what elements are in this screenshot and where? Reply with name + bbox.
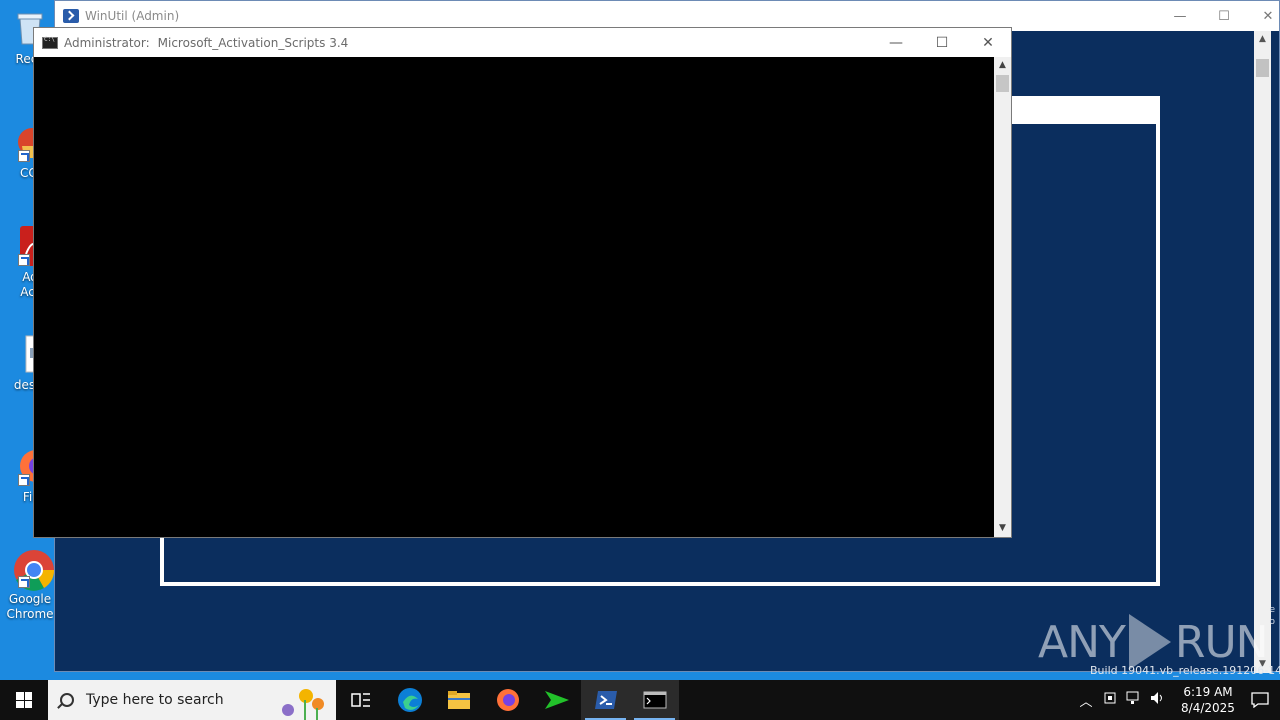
winutil-scrollbar[interactable]: ▲ ▼ [1254, 31, 1271, 673]
powershell-icon [594, 691, 617, 709]
console-window[interactable]: Administrator: Microsoft_Activation_Scri… [33, 27, 1012, 538]
scrollbar-thumb[interactable] [996, 75, 1009, 92]
taskbar-green-arrow-app-button[interactable] [532, 680, 581, 720]
search-icon [60, 693, 74, 707]
build-info: Build 19041.vb_release.191206-1406 [1090, 664, 1280, 677]
desktop-icon-google-chrome[interactable]: Google Chrome [4, 548, 56, 622]
taskbar-firefox-button[interactable] [483, 680, 532, 720]
console-maximize-button[interactable]: ☐ [919, 28, 965, 57]
scroll-down-arrow-icon[interactable]: ▼ [994, 520, 1011, 537]
system-tray: ︿ 6:19 AM 8/4/2025 [1074, 680, 1280, 720]
powershell-icon [63, 9, 79, 23]
clock-date: 8/4/2025 [1181, 701, 1235, 715]
taskbar-powershell-button[interactable] [581, 680, 630, 720]
clock-time: 6:19 AM [1183, 685, 1233, 699]
winutil-minimize-button[interactable]: — [1157, 1, 1203, 31]
chrome-icon [10, 548, 55, 591]
watermark-text-left: ANY [1038, 616, 1126, 668]
anyrun-watermark: ANY RUN [1038, 612, 1269, 672]
task-view-icon [350, 693, 370, 707]
windows-logo-icon [16, 692, 32, 708]
notification-icon [1251, 692, 1269, 708]
console-scrollbar[interactable]: ▲ ▼ [994, 57, 1011, 537]
folder-icon [447, 691, 470, 709]
volume-icon[interactable] [1146, 691, 1170, 709]
cmd-icon [643, 691, 666, 709]
scroll-up-arrow-icon[interactable]: ▲ [1254, 31, 1271, 48]
console-title-prefix: Administrator: [64, 35, 150, 50]
winutil-title: WinUtil (Admin) [85, 9, 180, 23]
green-arrow-app-icon [544, 691, 569, 709]
console-title: Microsoft_Activation_Scripts 3.4 [157, 35, 349, 50]
shortcut-arrow-icon [18, 254, 30, 266]
show-hidden-icons-chevron-up-icon[interactable]: ︿ [1074, 691, 1098, 710]
shortcut-arrow-icon [18, 150, 30, 162]
console-close-button[interactable]: ✕ [965, 28, 1011, 57]
edge-browser-icon [397, 688, 422, 712]
winutil-maximize-button[interactable]: ☐ [1201, 1, 1247, 31]
console-minimize-button[interactable]: — [873, 28, 919, 57]
cmd-icon [42, 36, 58, 49]
shortcut-arrow-icon [18, 576, 30, 588]
console-titlebar[interactable]: Administrator: Microsoft_Activation_Scri… [34, 28, 1011, 57]
taskbar-cmd-button[interactable] [630, 680, 679, 720]
taskbar-search-box[interactable]: Type here to search [48, 680, 336, 720]
edge-text: e [1269, 605, 1275, 615]
start-button[interactable] [0, 680, 48, 720]
scroll-up-arrow-icon[interactable]: ▲ [994, 57, 1011, 74]
firefox-icon [496, 689, 519, 711]
desktop-icon-label: Google [8, 592, 52, 606]
device-icon[interactable] [1098, 691, 1122, 709]
play-logo-icon [1128, 614, 1171, 670]
shortcut-arrow-icon [18, 474, 30, 486]
search-placeholder: Type here to search [86, 692, 224, 708]
desktop-icon-label-line2: Chrome [6, 607, 54, 621]
watermark-text-right: RUN [1174, 616, 1269, 668]
taskbar-clock[interactable]: 6:19 AM 8/4/2025 [1176, 684, 1240, 716]
winutil-close-button[interactable]: ✕ [1245, 1, 1280, 31]
network-icon[interactable] [1122, 691, 1146, 709]
task-view-button[interactable] [336, 680, 385, 720]
taskbar-edge-button[interactable] [385, 680, 434, 720]
edge-text: o [1269, 617, 1275, 627]
taskbar: Type here to search ︿ 6:19 AM 8/4/2025 [0, 680, 1280, 720]
action-center-button[interactable] [1240, 692, 1280, 708]
search-highlight-flowers-icon [282, 689, 324, 720]
taskbar-file-explorer-button[interactable] [434, 680, 483, 720]
scrollbar-thumb[interactable] [1256, 59, 1269, 77]
